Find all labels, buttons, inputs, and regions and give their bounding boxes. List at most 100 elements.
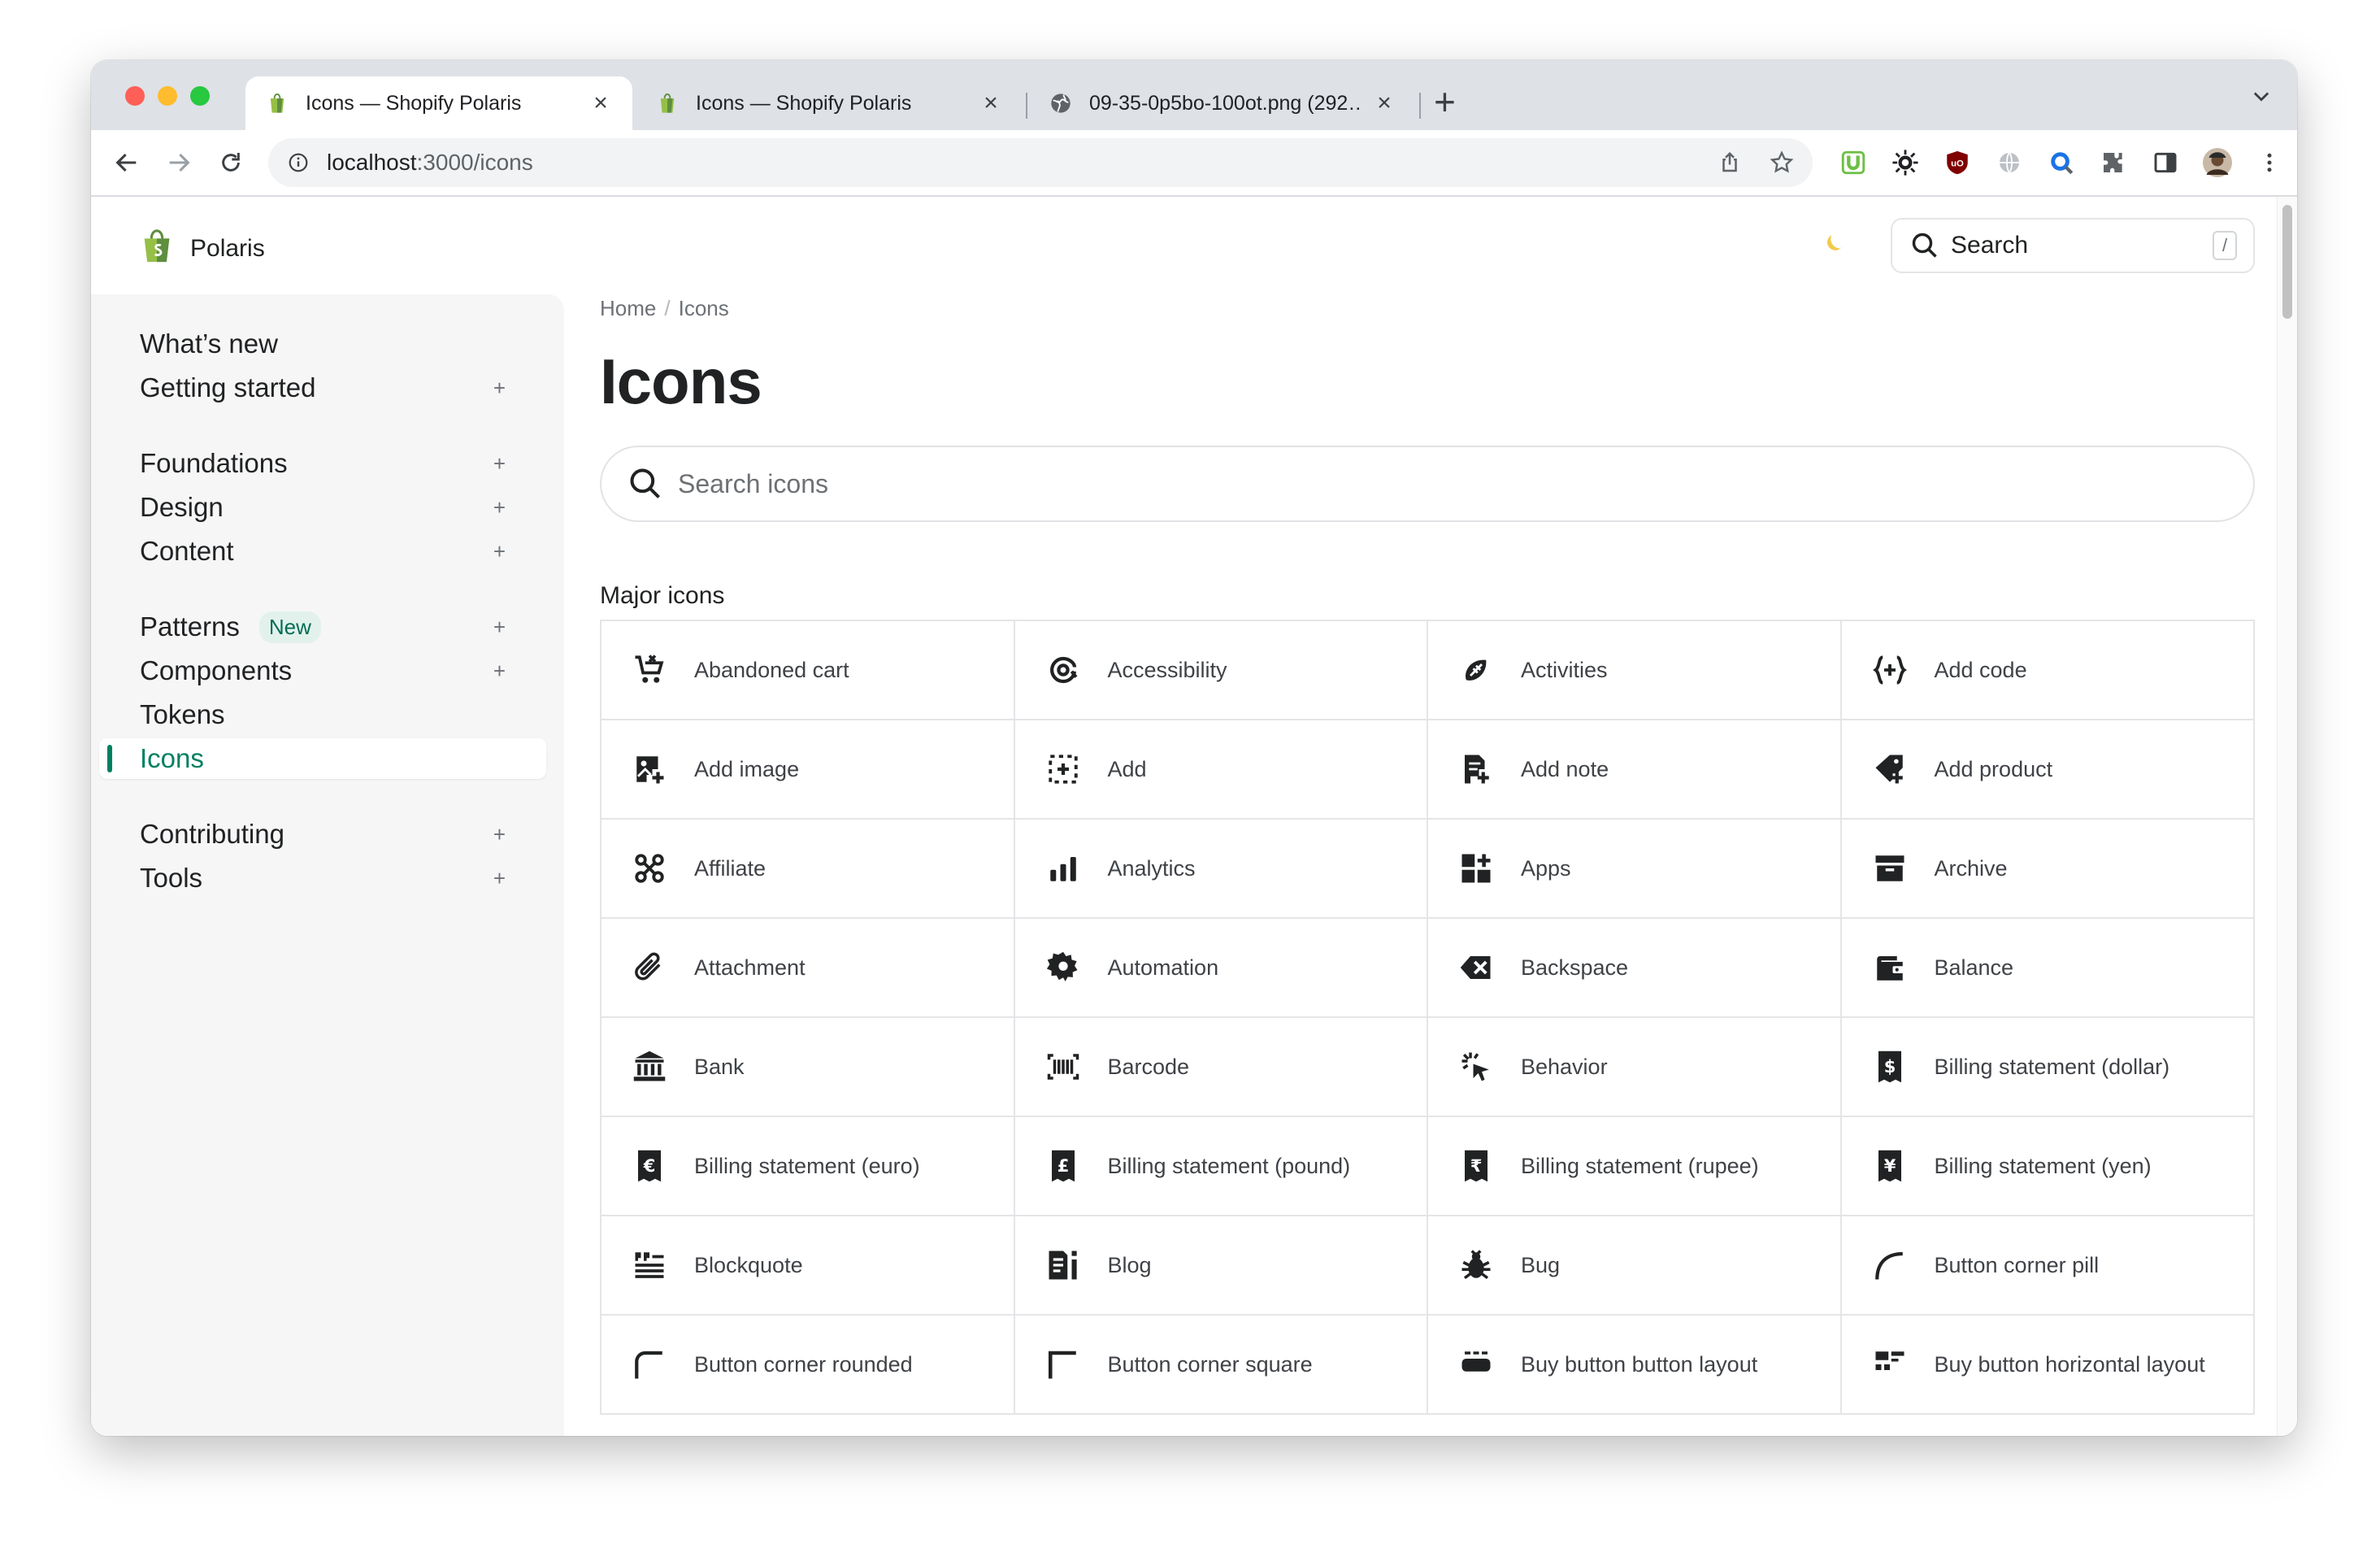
expand-plus-icon[interactable]: + — [493, 822, 506, 847]
browser-window: Icons — Shopify Polaris × Icons — Shopif… — [91, 60, 2297, 1436]
sidebar-item-contributing[interactable]: Contributing + — [140, 814, 538, 855]
icon-card-label: Blog — [1107, 1252, 1152, 1277]
icon-card[interactable]: Attachment — [602, 919, 1015, 1018]
icon-card[interactable]: Abandoned cart — [602, 621, 1015, 720]
icon-card[interactable]: Balance — [1841, 919, 2255, 1018]
icon-search-input[interactable] — [676, 468, 2143, 500]
window-maximize-button[interactable] — [190, 86, 210, 106]
icon-card[interactable]: Button corner rounded — [602, 1316, 1015, 1415]
icon-card[interactable]: Analytics — [1014, 820, 1428, 919]
tab-close-icon[interactable]: × — [1372, 89, 1396, 117]
window-minimize-button[interactable] — [158, 86, 177, 106]
icon-card-label: Behavior — [1521, 1054, 1608, 1079]
icon-card[interactable]: Behavior — [1428, 1018, 1842, 1117]
polaris-logo[interactable]: Polaris — [138, 228, 265, 269]
window-close-button[interactable] — [125, 86, 145, 106]
sidebar-item-whats-new[interactable]: What’s new — [140, 324, 538, 364]
browser-tab-2[interactable]: Icons — Shopify Polaris × — [636, 76, 1023, 130]
forward-arrow-icon[interactable] — [163, 146, 195, 179]
sidebar-item-design[interactable]: Design + — [140, 487, 538, 528]
sidebar-item-getting-started[interactable]: Getting started + — [140, 368, 538, 408]
icon-card[interactable]: Backspace — [1428, 919, 1842, 1018]
icon-card[interactable]: Automation — [1014, 919, 1428, 1018]
sidebar-item-patterns[interactable]: Patterns New + — [140, 607, 538, 647]
icon-card[interactable]: Activities — [1428, 621, 1842, 720]
balance-icon — [1871, 949, 1909, 986]
tab-search-chevron-icon[interactable] — [2250, 85, 2273, 111]
site-search-button[interactable]: Search / — [1891, 218, 2255, 273]
ublock-origin-icon[interactable]: uO — [1943, 148, 1972, 177]
dark-mode-moon-icon[interactable] — [1821, 229, 1853, 262]
browser-menu-icon[interactable] — [2255, 148, 2284, 177]
sidebar-item-tokens[interactable]: Tokens — [140, 694, 538, 735]
icon-card[interactable]: ₹ Billing statement (rupee) — [1428, 1117, 1842, 1216]
icon-card[interactable]: Accessibility — [1014, 621, 1428, 720]
share-icon[interactable] — [1713, 146, 1746, 179]
blockquote-icon — [631, 1246, 668, 1284]
icon-search-field[interactable] — [600, 446, 2255, 522]
icon-card[interactable]: Add product — [1841, 720, 2255, 820]
shopify-bag-icon — [265, 91, 289, 115]
icon-card[interactable]: Bank — [602, 1018, 1015, 1117]
icon-card[interactable]: Blog — [1014, 1216, 1428, 1316]
bookmark-star-icon[interactable] — [1765, 146, 1798, 179]
icon-card[interactable]: Barcode — [1014, 1018, 1428, 1117]
browser-tab-3[interactable]: 09-35-0p5bo-100ot.png (292… × — [1029, 76, 1416, 130]
page-scrollbar[interactable] — [2277, 197, 2297, 1436]
icon-card-label: Archive — [1934, 855, 2008, 881]
icon-card-label: Bug — [1521, 1252, 1561, 1277]
icon-card[interactable]: Add — [1014, 720, 1428, 820]
extension-grey-globe-icon[interactable] — [1995, 148, 2024, 177]
icon-card[interactable]: Archive — [1841, 820, 2255, 919]
tab-close-icon[interactable]: × — [588, 89, 613, 117]
icon-card[interactable]: Buy button horizontal layout — [1841, 1316, 2255, 1415]
sidebar-item-tools[interactable]: Tools + — [140, 858, 538, 898]
address-bar[interactable]: localhost:3000/icons — [268, 138, 1813, 187]
search-icon — [1912, 233, 1937, 258]
buy-button-layout-icon — [1457, 1346, 1495, 1383]
sidebar-item-content[interactable]: Content + — [140, 531, 538, 572]
sidebar-item-icons[interactable]: Icons — [99, 738, 546, 779]
icon-card[interactable]: Add code — [1841, 621, 2255, 720]
sidebar-item-components[interactable]: Components + — [140, 650, 538, 691]
new-tab-button[interactable]: + — [1434, 83, 1456, 120]
browser-tab-1[interactable]: Icons — Shopify Polaris × — [245, 76, 632, 130]
profile-avatar[interactable] — [2203, 148, 2232, 177]
extension-search-icon[interactable] — [2047, 148, 2076, 177]
scrollbar-thumb[interactable] — [2282, 205, 2292, 319]
site-info-icon[interactable] — [286, 150, 311, 175]
tab-close-icon[interactable]: × — [979, 89, 1003, 117]
breadcrumb-home-link[interactable]: Home — [600, 296, 656, 320]
icon-card[interactable]: Add note — [1428, 720, 1842, 820]
extension-sun-icon[interactable] — [1891, 148, 1920, 177]
expand-plus-icon[interactable]: + — [493, 539, 506, 564]
sidebar-item-foundations[interactable]: Foundations + — [140, 443, 538, 484]
icon-card[interactable]: Blockquote — [602, 1216, 1015, 1316]
back-arrow-icon[interactable] — [111, 146, 143, 179]
expand-plus-icon[interactable]: + — [493, 376, 506, 401]
icon-card[interactable]: € Billing statement (euro) — [602, 1117, 1015, 1216]
extension-u-icon[interactable] — [1839, 148, 1868, 177]
icon-card[interactable]: $ Billing statement (dollar) — [1841, 1018, 2255, 1117]
extensions-puzzle-icon[interactable] — [2099, 148, 2128, 177]
icon-card[interactable]: Button corner pill — [1841, 1216, 2255, 1316]
tab-title: 09-35-0p5bo-100ot.png (292… — [1089, 91, 1361, 115]
icon-card[interactable]: Bug — [1428, 1216, 1842, 1316]
icon-card[interactable]: £ Billing statement (pound) — [1014, 1117, 1428, 1216]
side-panel-icon[interactable] — [2151, 148, 2180, 177]
icon-card[interactable]: Buy button button layout — [1428, 1316, 1842, 1415]
expand-plus-icon[interactable]: + — [493, 659, 506, 684]
icon-card[interactable]: Button corner square — [1014, 1316, 1428, 1415]
sidebar-item-label: Content — [140, 536, 234, 566]
reload-icon[interactable] — [215, 146, 247, 179]
sidebar-item-label: Tools — [140, 863, 203, 893]
icon-card[interactable]: Add image — [602, 720, 1015, 820]
expand-plus-icon[interactable]: + — [493, 451, 506, 476]
icon-card[interactable]: ¥ Billing statement (yen) — [1841, 1117, 2255, 1216]
sidebar-item-label: Components — [140, 655, 293, 685]
expand-plus-icon[interactable]: + — [493, 615, 506, 640]
icon-card[interactable]: Affiliate — [602, 820, 1015, 919]
expand-plus-icon[interactable]: + — [493, 495, 506, 520]
expand-plus-icon[interactable]: + — [493, 866, 506, 891]
icon-card[interactable]: Apps — [1428, 820, 1842, 919]
